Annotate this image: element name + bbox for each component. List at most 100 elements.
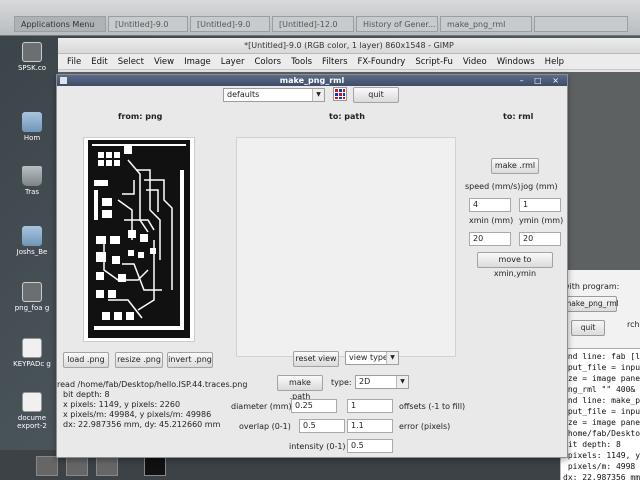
type-label: type: xyxy=(331,378,352,387)
log-line: bit depth: 8 xyxy=(563,440,621,449)
menu-windows[interactable]: Windows xyxy=(492,57,540,67)
jog-input[interactable]: 1 xyxy=(519,198,561,212)
with-program-label: with program: xyxy=(563,282,620,291)
desktop-icon-joshs[interactable]: Joshs_Be xyxy=(8,226,56,256)
chevron-down-icon: ▼ xyxy=(386,352,398,364)
desktop-icon-png-foam[interactable]: png_foa g xyxy=(8,282,56,312)
menu-file[interactable]: File xyxy=(62,57,86,67)
menu-edit[interactable]: Edit xyxy=(86,57,112,67)
dock-item[interactable] xyxy=(96,456,118,476)
document-file-icon xyxy=(22,338,42,358)
path-preview[interactable] xyxy=(236,137,456,357)
resize-png-button[interactable]: resize .png xyxy=(115,352,163,368)
speed-input[interactable]: 4 xyxy=(469,198,511,212)
menu-layer[interactable]: Layer xyxy=(216,57,250,67)
home-folder-icon xyxy=(22,112,42,132)
menu-image[interactable]: Image xyxy=(179,57,216,67)
dialog-titlebar[interactable]: make_png_rml – □ × xyxy=(57,75,567,86)
log-line: pixels: 1149, y xyxy=(563,451,640,460)
color-grid-icon[interactable] xyxy=(333,87,347,101)
intensity-label: intensity (0-1) xyxy=(289,442,346,451)
menu-script-fu[interactable]: Script-Fu xyxy=(410,57,458,67)
log-line: ind line: fab [lis xyxy=(563,352,640,361)
window-menu-icon[interactable] xyxy=(60,77,67,84)
log-line: nput_file = inpu xyxy=(563,407,640,416)
chevron-down-icon: ▼ xyxy=(312,89,324,101)
offsets-input[interactable]: 1 xyxy=(347,399,393,413)
move-to-xmin-ymin-button[interactable]: move to xmin,ymin xyxy=(477,252,553,278)
taskbar: Applications Menu [Untitled]-9.0 [Untitl… xyxy=(0,0,640,36)
invert-png-button[interactable]: invert .png xyxy=(167,352,213,368)
view-type-dropdown[interactable]: view type ▼ xyxy=(345,351,399,365)
desktop-icon-spsk[interactable]: SPSK.co xyxy=(8,42,56,72)
taskbar-item-untitled-9b[interactable]: [Untitled]-9.0 xyxy=(190,16,270,32)
taskbar-item-untitled-12[interactable]: [Untitled]-12.0 xyxy=(272,16,354,32)
quit-button[interactable]: quit xyxy=(353,87,399,103)
menu-view[interactable]: View xyxy=(149,57,179,67)
xmin-input[interactable]: 20 xyxy=(469,232,511,246)
dock-item[interactable] xyxy=(66,456,88,476)
defaults-dropdown[interactable]: defaults ▼ xyxy=(223,88,325,102)
second-quit-button[interactable]: quit xyxy=(571,320,605,336)
reset-view-button[interactable]: reset view xyxy=(293,351,339,367)
ymin-input[interactable]: 20 xyxy=(519,232,561,246)
desktop-icon-document-export[interactable]: docume export-2 xyxy=(8,392,56,430)
program-select-button[interactable]: make_png_rml xyxy=(563,296,619,312)
log-line: dx: 22.987356 mm, xyxy=(563,473,640,480)
png-info-dimensions: dx: 22.987356 mm, dy: 45.212660 mm xyxy=(63,420,221,429)
taskbar-item-untitled-9[interactable]: [Untitled]-9.0 xyxy=(108,16,188,32)
make-rml-button[interactable]: make .rml xyxy=(491,158,539,174)
make-path-button[interactable]: make .path xyxy=(277,375,323,401)
log-line: nput_file = inpu xyxy=(563,363,640,372)
taskbar-item-history[interactable]: History of Gener... xyxy=(356,16,438,32)
jog-label: jog (mm) xyxy=(521,182,558,191)
diameter-input[interactable]: 0.25 xyxy=(291,399,337,413)
menu-video[interactable]: Video xyxy=(458,57,492,67)
document-file-icon xyxy=(22,392,42,412)
png-info-path: read /home/fab/Desktop/hello.ISP.44.trac… xyxy=(57,380,248,389)
type-value: 2D xyxy=(359,377,371,386)
png-preview[interactable] xyxy=(83,137,195,342)
dock-item[interactable] xyxy=(144,456,166,476)
desktop-icon-home[interactable]: Hom xyxy=(8,112,56,142)
png-info-pixels-per-m: x pixels/m: 49984, y pixels/m: 49986 xyxy=(63,410,212,419)
intensity-input[interactable]: 0.5 xyxy=(347,439,393,453)
taskbar-item-make-png-rml[interactable]: make_png_rml xyxy=(440,16,532,32)
menu-help[interactable]: Help xyxy=(540,57,569,67)
menu-filters[interactable]: Filters xyxy=(317,57,352,67)
gimp-title: *[Untitled]-9.0 (RGB color, 1 layer) 860… xyxy=(58,38,640,54)
dialog-title: make_png_rml xyxy=(279,76,345,85)
applications-menu-button[interactable]: Applications Menu xyxy=(14,16,106,32)
log-text-area[interactable]: ind line: fab [lis nput_file = inpu ize = … xyxy=(561,348,640,480)
load-png-button[interactable]: load .png xyxy=(63,352,109,368)
taskbar-item-blank[interactable] xyxy=(534,16,628,32)
png-info-bitdepth: bit depth: 8 xyxy=(63,390,110,399)
desktop-icon-keypad[interactable]: KEYPADc g xyxy=(8,338,56,368)
log-line: pixels/m: 4998 xyxy=(563,462,636,471)
log-line: ize = image pane xyxy=(563,374,640,383)
error-input[interactable]: 1.1 xyxy=(347,419,393,433)
image-file-icon xyxy=(22,42,42,62)
log-line: /home/fab/Deskto xyxy=(563,429,640,438)
to-rml-label: to: rml xyxy=(503,112,534,121)
desktop-icon-trash[interactable]: Tras xyxy=(8,166,56,196)
speed-label: speed (mm/s) xyxy=(465,182,521,191)
menu-select[interactable]: Select xyxy=(113,57,149,67)
xmin-label: xmin (mm) xyxy=(469,216,514,225)
menu-tools[interactable]: Tools xyxy=(286,57,317,67)
from-png-label: from: png xyxy=(118,112,163,121)
error-label: error (pixels) xyxy=(399,422,451,431)
type-dropdown[interactable]: 2D ▼ xyxy=(355,375,409,389)
ymin-label: ymin (mm) xyxy=(519,216,564,225)
window-controls[interactable]: – □ × xyxy=(520,75,563,86)
folder-icon xyxy=(22,226,42,246)
trash-icon xyxy=(22,166,42,186)
menu-fx-foundry[interactable]: FX-Foundry xyxy=(353,57,411,67)
overlap-input[interactable]: 0.5 xyxy=(299,419,345,433)
log-line: png_rml "" 400& xyxy=(563,385,636,394)
view-type-value: view type xyxy=(349,353,388,362)
make-png-rml-dialog: make_png_rml – □ × defaults ▼ quit from:… xyxy=(56,74,568,458)
image-file-icon xyxy=(22,282,42,302)
menu-colors[interactable]: Colors xyxy=(249,57,286,67)
dock-item[interactable] xyxy=(36,456,58,476)
